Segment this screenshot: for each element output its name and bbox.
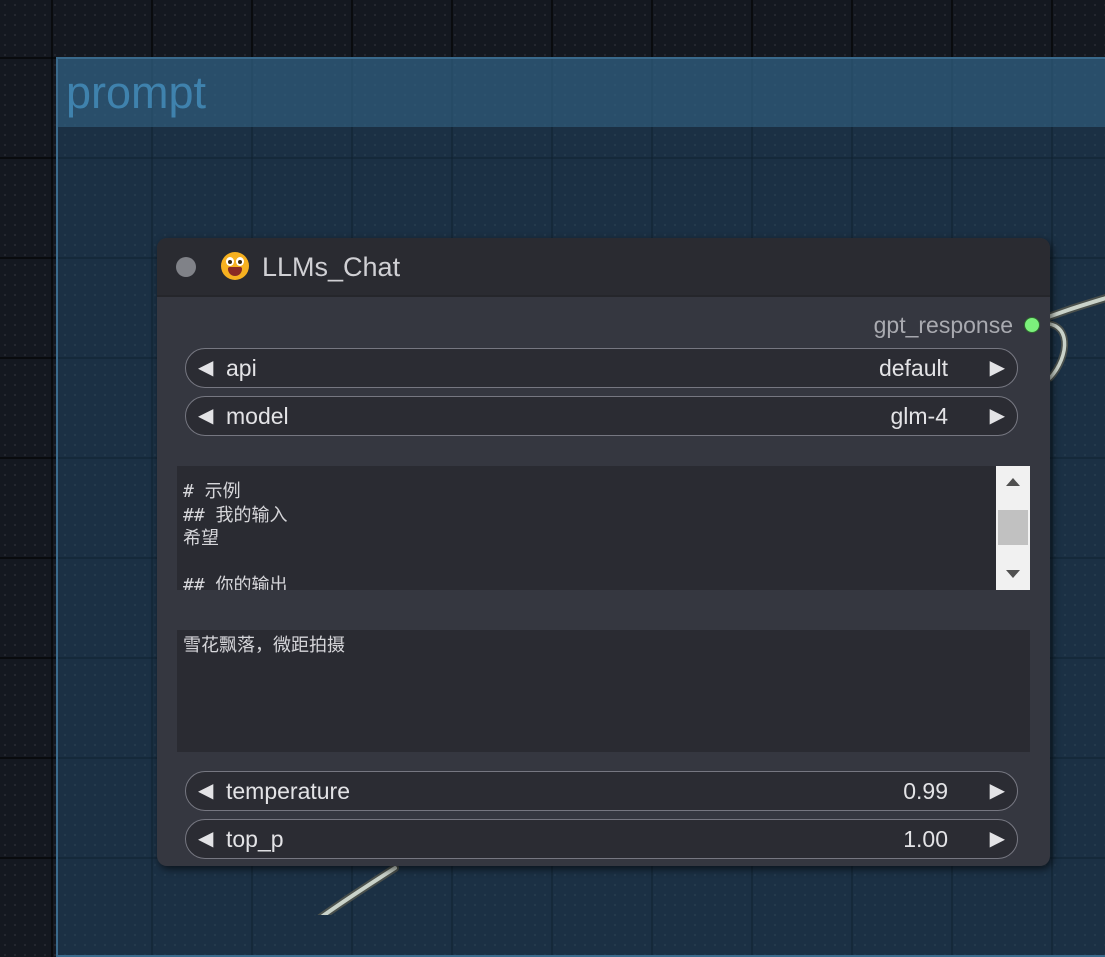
grinning-face-icon [221,252,249,280]
textarea-line: ## 你的输出 [183,575,288,590]
api-label: api [226,355,257,381]
scrollbar-thumb[interactable] [998,510,1028,545]
triangle-left-icon[interactable]: ◀ [198,349,213,387]
temperature-label: temperature [226,778,351,804]
api-value: default [878,355,948,381]
textarea-line: ## 我的输入 [183,504,288,526]
textarea-line [183,551,990,575]
output-label: gpt_response [873,311,1013,338]
model-label: model [226,403,289,429]
node-title-bar[interactable]: LLMs_Chat [157,238,1050,297]
textarea-line: 雪花飘落，微距拍摄 [183,635,345,656]
model-value: glm-4 [890,403,948,429]
triangle-left-icon[interactable]: ◀ [198,397,213,435]
textarea-line: # 示例 [183,481,241,502]
top-p-label: top_p [226,826,284,852]
circle-dot-icon[interactable] [176,257,196,277]
system-prompt-textarea[interactable]: # 示例 ## 我的输入 希望 ## 你的输出 [177,466,1030,590]
scroll-up-icon[interactable] [1006,478,1020,486]
triangle-right-icon[interactable]: ▶ [990,820,1005,858]
output-slot-gpt-response[interactable]: gpt_response [874,312,1040,338]
scroll-down-icon[interactable] [1006,570,1020,578]
user-prompt-textarea[interactable]: 雪花飘落，微距拍摄 [177,630,1030,752]
temperature-number-widget[interactable]: ◀ temperature 0.99 ▶ [185,771,1018,811]
top-p-number-widget[interactable]: ◀ top_p 1.00 ▶ [185,819,1018,859]
triangle-right-icon[interactable]: ▶ [990,397,1005,435]
api-combo-widget[interactable]: ◀ api default ▶ [185,348,1018,388]
triangle-left-icon[interactable]: ◀ [198,772,213,810]
model-combo-widget[interactable]: ◀ model glm-4 ▶ [185,396,1018,436]
llms-chat-node[interactable]: LLMs_Chat gpt_response ◀ api default ▶ ◀… [157,238,1050,866]
textarea-line: 希望 [183,528,219,549]
triangle-right-icon[interactable]: ▶ [990,772,1005,810]
output-connector-dot[interactable] [1024,317,1040,333]
top-p-value: 1.00 [903,826,948,852]
node-title: LLMs_Chat [262,252,401,282]
triangle-right-icon[interactable]: ▶ [990,349,1005,387]
triangle-left-icon[interactable]: ◀ [198,820,213,858]
textarea-scrollbar[interactable] [996,466,1030,590]
temperature-value: 0.99 [903,778,948,804]
